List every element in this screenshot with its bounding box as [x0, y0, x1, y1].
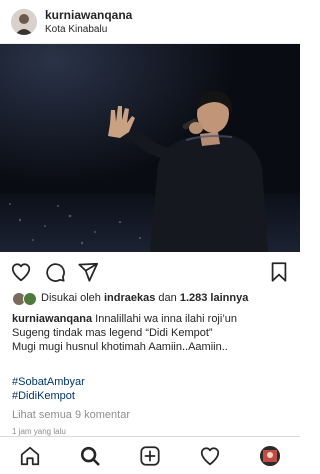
send-icon[interactable] — [77, 261, 99, 283]
post-location[interactable]: Kota Kinabalu — [45, 23, 107, 36]
bottom-navigation — [0, 436, 300, 474]
caption-line: Innalillahi wa inna ilahi roji’un — [95, 313, 238, 325]
heart-icon[interactable] — [10, 261, 32, 283]
post-header: kurniawanqana Kota Kinabalu — [0, 0, 300, 44]
bookmark-icon[interactable] — [268, 261, 290, 283]
caption-line: Mugi mugi husnul khotimah Aamiin..Aamiin… — [12, 341, 228, 353]
post-caption: kurniawanqana Innalillahi wa inna ilahi … — [12, 312, 294, 354]
view-comments-link[interactable]: Lihat semua 9 komentar — [12, 408, 130, 422]
caption-line: Sugeng tindak mas legend “Didi Kempot” — [12, 327, 213, 339]
likes-summary[interactable]: Disukai oleh indraekas dan 1.283 lainnya — [12, 290, 292, 308]
activity-heart-icon[interactable] — [199, 445, 221, 467]
hashtag-list: #SobatAmbyar #DidiKempot — [12, 375, 85, 403]
home-icon[interactable] — [19, 445, 41, 467]
comment-icon[interactable] — [44, 261, 66, 283]
new-post-icon[interactable] — [139, 445, 161, 467]
likes-text: Disukai oleh indraekas dan 1.283 lainnya — [41, 291, 248, 306]
post-image[interactable] — [0, 44, 300, 252]
likes-others[interactable]: 1.283 lainnya — [180, 292, 249, 304]
hashtag-link[interactable]: #DidiKempot — [12, 389, 85, 403]
profile-avatar[interactable] — [260, 446, 280, 466]
likes-conjunction: dan — [158, 292, 177, 304]
liker-username[interactable]: indraekas — [104, 292, 155, 304]
caption-username[interactable]: kurniawanqana — [12, 313, 92, 325]
post-username[interactable]: kurniawanqana — [45, 8, 132, 22]
search-icon[interactable] — [79, 445, 101, 467]
hashtag-link[interactable]: #SobatAmbyar — [12, 375, 85, 389]
user-avatar[interactable] — [11, 9, 37, 35]
post-actions — [0, 252, 300, 290]
liker-avatar — [23, 292, 37, 306]
likes-prefix: Disukai oleh — [41, 292, 101, 304]
